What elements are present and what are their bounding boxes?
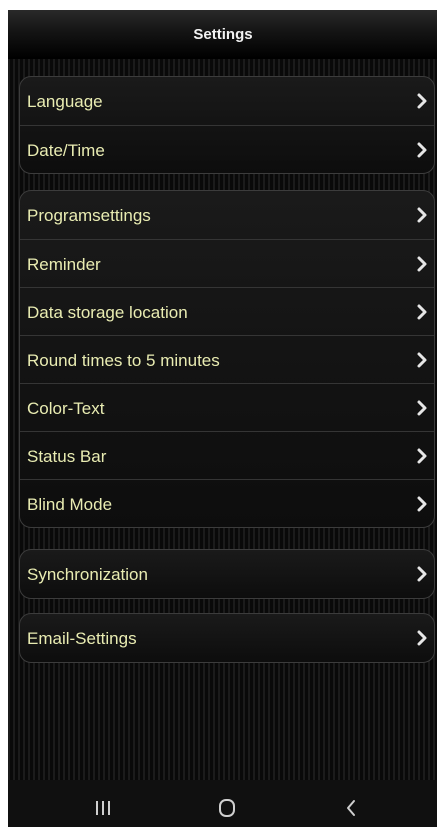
back-button[interactable] xyxy=(326,780,376,827)
back-icon xyxy=(347,800,355,816)
settings-item-label: Date/Time xyxy=(27,141,105,160)
settings-screen: Settings Language Date/Time Programsetti… xyxy=(8,10,437,827)
chevron-right-icon xyxy=(417,400,427,416)
title-bar: Settings xyxy=(8,10,437,59)
settings-group-general: Language Date/Time xyxy=(19,76,435,174)
settings-item-label: Programsettings xyxy=(27,206,151,225)
settings-item-synchronization[interactable]: Synchronization xyxy=(20,550,434,598)
settings-item-round-times[interactable]: Round times to 5 minutes xyxy=(20,335,434,383)
settings-item-blind-mode[interactable]: Blind Mode xyxy=(20,479,434,527)
chevron-right-icon xyxy=(417,448,427,464)
settings-group-sync: Synchronization xyxy=(19,549,435,599)
settings-item-label: Round times to 5 minutes xyxy=(27,351,220,370)
settings-item-status-bar[interactable]: Status Bar xyxy=(20,431,434,479)
chevron-right-icon xyxy=(417,352,427,368)
page-title: Settings xyxy=(193,26,253,43)
chevron-right-icon xyxy=(417,93,427,109)
settings-item-reminder[interactable]: Reminder xyxy=(20,239,434,287)
settings-item-color-text[interactable]: Color-Text xyxy=(20,383,434,431)
chevron-right-icon xyxy=(417,630,427,646)
settings-item-label: Blind Mode xyxy=(27,495,113,514)
settings-item-label: Language xyxy=(27,92,103,111)
chevron-right-icon xyxy=(417,207,427,223)
settings-group-email: Email-Settings xyxy=(19,613,435,663)
settings-item-label: Status Bar xyxy=(27,447,107,466)
home-icon xyxy=(219,799,235,817)
chevron-right-icon xyxy=(417,304,427,320)
navigation-bar xyxy=(8,780,437,827)
home-button[interactable] xyxy=(202,780,252,827)
settings-item-email-settings[interactable]: Email-Settings xyxy=(20,614,434,662)
settings-item-label: Email-Settings xyxy=(27,629,137,648)
settings-item-label: Synchronization xyxy=(27,565,148,584)
settings-item-label: Color-Text xyxy=(27,399,105,418)
settings-item-label: Data storage location xyxy=(27,303,188,322)
chevron-right-icon xyxy=(417,496,427,512)
settings-item-data-storage-location[interactable]: Data storage location xyxy=(20,287,434,335)
chevron-right-icon xyxy=(417,566,427,582)
chevron-right-icon xyxy=(417,256,427,272)
settings-item-label: Reminder xyxy=(27,255,101,274)
settings-group-program: Programsettings Reminder Data storage lo… xyxy=(19,190,435,528)
recents-button[interactable] xyxy=(78,780,128,827)
chevron-right-icon xyxy=(417,142,427,158)
settings-item-date-time[interactable]: Date/Time xyxy=(20,125,434,173)
settings-item-language[interactable]: Language xyxy=(20,77,434,125)
recents-icon xyxy=(96,801,110,815)
settings-item-programsettings[interactable]: Programsettings xyxy=(20,191,434,239)
